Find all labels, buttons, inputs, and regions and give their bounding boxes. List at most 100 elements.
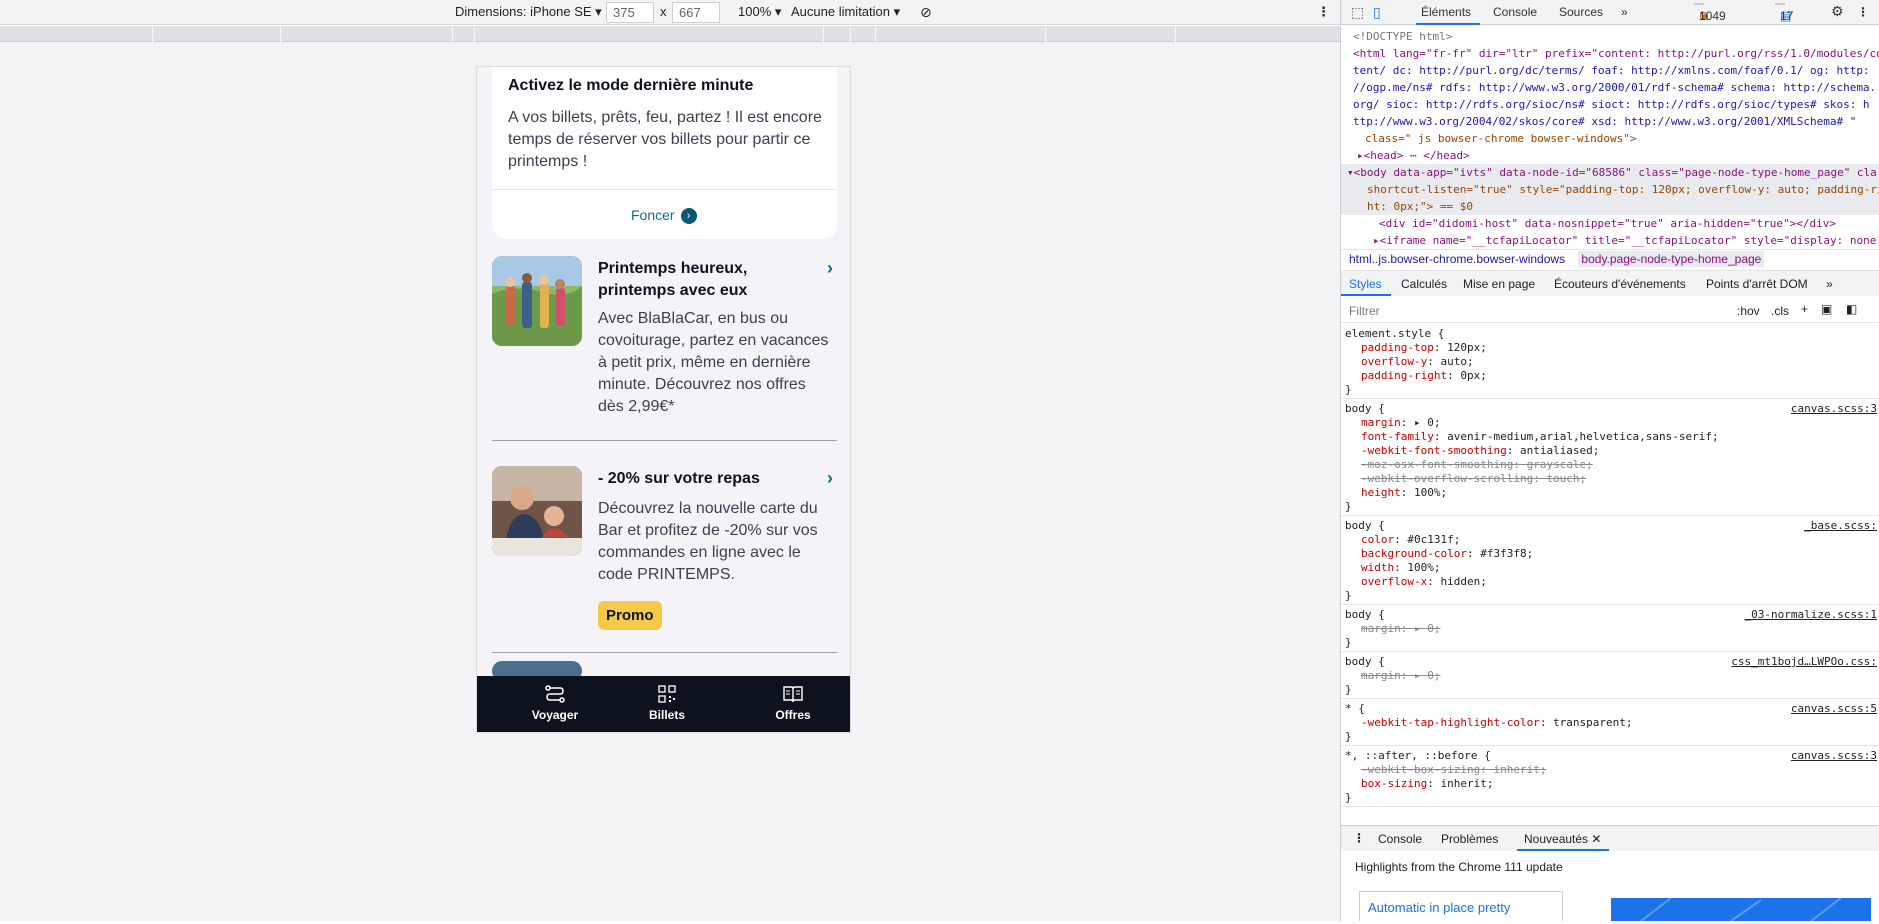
width-input[interactable]: 375 [606, 2, 654, 23]
breadcrumb-html[interactable]: html..js.bowser-chrome.bowser-windows [1349, 252, 1565, 266]
tab-console[interactable]: Console [1493, 5, 1537, 19]
css-value: #f3f3f8; [1480, 547, 1534, 560]
whatsnew-card-link[interactable]: Automatic in place pretty [1359, 891, 1563, 921]
css-declaration[interactable]: font-family: avenir-medium,arial,helveti… [1361, 430, 1719, 443]
css-declaration[interactable]: margin: ▸ 0; [1361, 416, 1441, 429]
css-value: ▸ 0; [1414, 416, 1441, 429]
css-declaration[interactable]: overflow-x: hidden; [1361, 575, 1487, 588]
css-rule-close: } [1345, 683, 1352, 696]
subtab-dom-breakpoints[interactable]: Points d'arrêt DOM [1706, 277, 1808, 291]
card-text: A vos billets, prêts, feu, partez ! Il e… [508, 109, 822, 170]
drawer-tab-issues[interactable]: Problèmes [1441, 832, 1498, 846]
css-rule-source-link[interactable]: canvas.scss:3 [1791, 749, 1877, 762]
tab-voyager[interactable]: Voyager [515, 676, 595, 732]
dom-line[interactable]: <div id="didomi-host" data-nosnippet="tr… [1379, 217, 1836, 230]
tab-label: Offres [775, 708, 811, 722]
css-rule-source-link[interactable]: _03-normalize.scss:1 [1745, 608, 1877, 621]
css-declaration[interactable]: padding-right: 0px; [1361, 369, 1487, 382]
css-declaration[interactable]: -webkit-tap-highlight-color: transparent… [1361, 716, 1633, 729]
throttle-select[interactable]: Aucune limitation ▾ [791, 4, 900, 20]
article-title: - 20% sur votre repas [598, 470, 760, 487]
css-value: inherit; [1440, 777, 1494, 790]
sidebar-toggle-icon[interactable]: ◧ [1846, 302, 1857, 316]
qr-code-icon [658, 685, 676, 703]
css-rule-selector[interactable]: * { [1345, 702, 1365, 715]
css-rule-source-link[interactable]: css_mt1bojd…LWPOo.css: [1731, 655, 1877, 668]
css-declaration[interactable]: box-sizing: inherit; [1361, 777, 1493, 790]
subtab-computed[interactable]: Calculés [1401, 277, 1447, 291]
subtab-listeners[interactable]: Écouteurs d'événements [1554, 277, 1686, 291]
chevron-right-icon: › [827, 258, 833, 278]
css-declaration[interactable]: height: 100%; [1361, 486, 1447, 499]
dom-line[interactable]: ▸<iframe name="__tcfapiLocator" title="_… [1373, 234, 1879, 247]
dom-line[interactable]: ▸<head> ⋯ </head> [1357, 149, 1470, 162]
css-declaration[interactable]: color: #0c131f; [1361, 533, 1460, 546]
close-icon[interactable]: ✕ [1591, 832, 1601, 846]
add-rule-icon[interactable]: + [1801, 302, 1808, 316]
css-declaration[interactable]: -webkit-overflow-scrolling: touch; [1361, 472, 1586, 485]
hov-toggle[interactable]: :hov [1737, 304, 1760, 318]
height-input[interactable]: 667 [672, 2, 720, 23]
css-rule-selector[interactable]: body { [1345, 655, 1385, 668]
css-rule-source-link[interactable]: _base.scss: [1804, 519, 1877, 532]
subtab-layout[interactable]: Mise en page [1463, 277, 1535, 291]
foncer-link[interactable]: Foncer › [631, 207, 697, 225]
dom-line[interactable]: <html lang="fr-fr" dir="ltr" prefix="con… [1353, 47, 1879, 60]
css-rule-selector[interactable]: body { [1345, 519, 1385, 532]
issues-counter[interactable]: ⊗ 1 ▲ 1049 [1694, 3, 1726, 23]
promo-badge: Promo [598, 601, 662, 630]
tab-billets[interactable]: Billets [627, 676, 707, 732]
drawer-tab-console[interactable]: Console [1378, 832, 1422, 846]
paint-icon[interactable]: ▣ [1821, 302, 1832, 316]
css-colon: : [1433, 341, 1448, 354]
dom-line[interactable]: ▾<body data-app="ivts" data-node-id="685… [1347, 166, 1877, 179]
filter-input[interactable]: Filtrer [1349, 304, 1380, 318]
tab-offres[interactable]: Offres [753, 676, 833, 732]
more-tabs-icon[interactable]: » [1621, 5, 1628, 19]
breadcrumb-body[interactable]: body.page-node-type-home_page [1578, 251, 1765, 267]
css-property: margin [1361, 622, 1401, 635]
article-repas[interactable]: - 20% sur votre repas › Découvrez la nou… [492, 466, 837, 630]
css-declaration[interactable]: margin: ▸ 0; [1361, 622, 1441, 635]
dom-line[interactable]: <!DOCTYPE html> [1353, 30, 1452, 43]
tab-elements[interactable]: Éléments [1421, 5, 1471, 19]
css-declaration[interactable]: overflow-y: auto; [1361, 355, 1474, 368]
css-declaration[interactable]: -webkit-font-smoothing: antialiased; [1361, 444, 1599, 457]
css-rule-source-link[interactable]: canvas.scss:3 [1791, 402, 1877, 415]
css-declaration[interactable]: padding-top: 120px; [1361, 341, 1487, 354]
css-declaration[interactable]: width: 100%; [1361, 561, 1441, 574]
inspect-icon[interactable]: ⬚ [1351, 4, 1364, 21]
css-declaration[interactable]: -moz-osx-font-smoothing: grayscale; [1361, 458, 1593, 471]
settings-gear-icon[interactable]: ⚙ [1831, 3, 1844, 20]
more-options-icon[interactable]: ⋮ [1317, 4, 1330, 20]
css-rule-selector[interactable]: body { [1345, 402, 1385, 415]
css-value: 0px; [1460, 369, 1487, 382]
media-query-ruler [0, 26, 1340, 42]
dimensions-select[interactable]: Dimensions: iPhone SE ▾ [455, 4, 602, 20]
breadcrumb: html..js.bowser-chrome.bowser-windows bo… [1349, 251, 1765, 267]
messages-counter[interactable]: ▤ 17 [1775, 3, 1793, 23]
article-printemps[interactable]: Printemps heureux, printemps avec eux › … [492, 256, 837, 416]
rotate-icon[interactable]: ⊘ [920, 4, 932, 21]
subtab-more[interactable]: » [1826, 277, 1833, 291]
drawer-tab-whatsnew[interactable]: Nouveautés ✕ [1524, 832, 1601, 846]
css-colon: : [1394, 533, 1408, 546]
zoom-select[interactable]: 100% ▾ [738, 4, 781, 20]
css-rule-selector[interactable]: element.style { [1345, 327, 1444, 340]
devtools-menu-icon[interactable]: ⋮ [1857, 5, 1869, 19]
css-declaration[interactable]: margin: ▸ 0; [1361, 669, 1441, 682]
rule-divider [1341, 651, 1879, 652]
css-property: -webkit-overflow-scrolling [1361, 472, 1534, 485]
css-rule-selector[interactable]: body { [1345, 608, 1385, 621]
tab-sources[interactable]: Sources [1559, 5, 1603, 19]
subtab-styles[interactable]: Styles [1349, 277, 1382, 291]
css-rule-selector[interactable]: *, ::after, ::before { [1345, 749, 1491, 762]
css-declaration[interactable]: background-color: #f3f3f8; [1361, 547, 1533, 560]
cls-toggle[interactable]: .cls [1771, 304, 1789, 318]
css-rule-source-link[interactable]: canvas.scss:5 [1791, 702, 1877, 715]
css-declaration[interactable]: -webkit-box-sizing: inherit; [1361, 763, 1546, 776]
drawer-menu-icon[interactable]: ⋮ [1353, 831, 1365, 845]
css-colon: : [1427, 777, 1441, 790]
device-toggle-icon[interactable]: ▯ [1373, 4, 1381, 21]
dom-line: class=" js bowser-chrome bowser-windows"… [1365, 132, 1637, 145]
